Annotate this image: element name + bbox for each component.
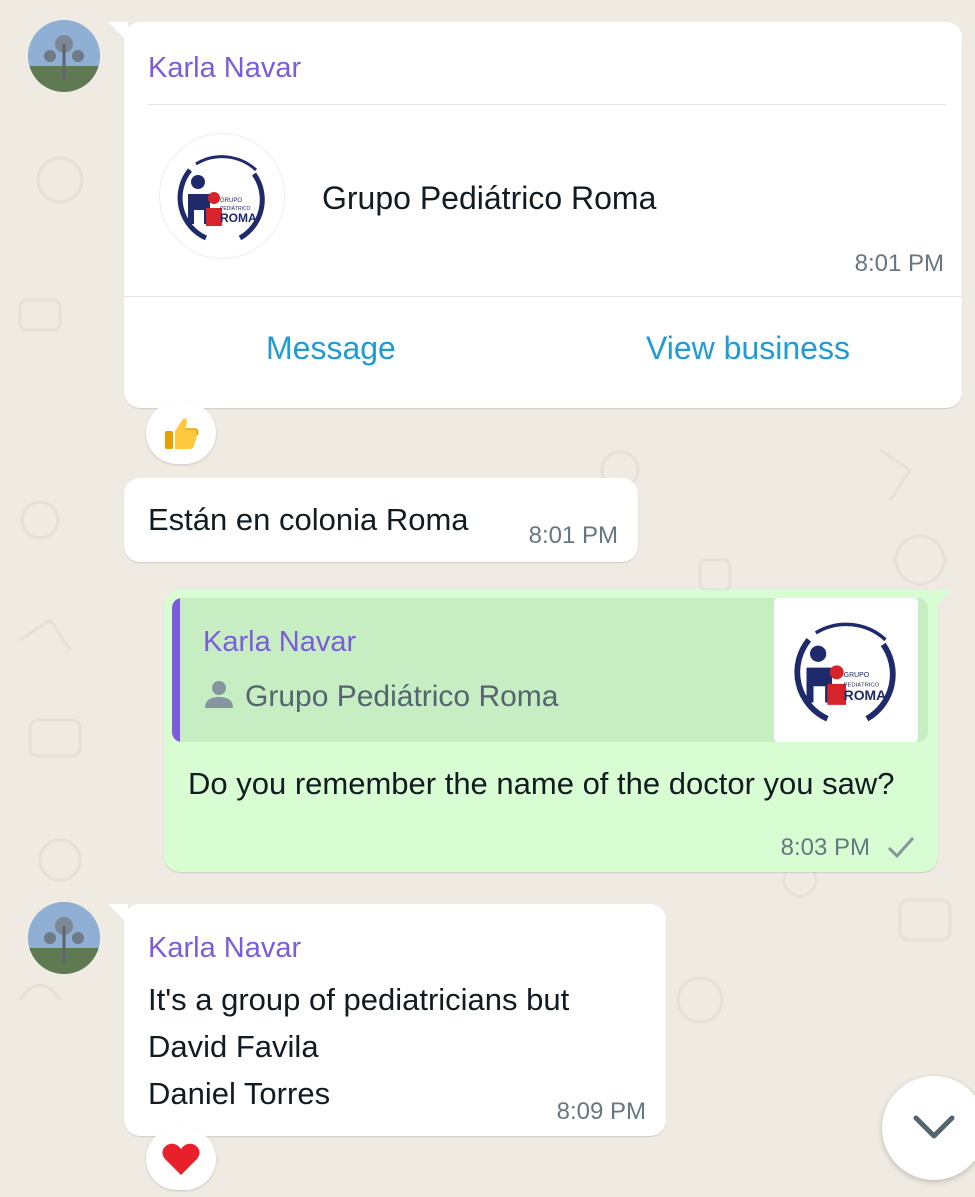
- svg-text:GRUPO: GRUPO: [844, 672, 870, 679]
- quote-bar: [172, 598, 180, 742]
- business-logo: GRUPO PEDIÁTRICO ROMA: [160, 134, 284, 258]
- outgoing-message-bubble: Karla Navar Grupo Pediátrico Roma GRUPO …: [164, 590, 952, 872]
- quote-thumbnail: GRUPO PEDIÁTRICO ROMA: [774, 598, 918, 742]
- avatar[interactable]: [28, 20, 100, 92]
- quoted-message[interactable]: Karla Navar Grupo Pediátrico Roma GRUPO …: [172, 598, 928, 742]
- message-text: Están en colonia Roma: [148, 502, 469, 537]
- message-line: David Favila: [148, 1029, 319, 1064]
- thumbs-up-icon: [165, 418, 199, 449]
- business-card-bubble: Karla Navar GRUPO PEDIÁTRICO ROMA Grupo …: [108, 22, 962, 408]
- divider: [148, 104, 946, 105]
- svg-text:ROMA: ROMA: [220, 211, 257, 225]
- reaction-badge[interactable]: [146, 1128, 216, 1190]
- message-line: It's a group of pediatricians but: [148, 982, 570, 1017]
- bubble-tail: [108, 22, 128, 42]
- sender-name: Karla Navar: [148, 52, 302, 84]
- divider: [124, 296, 962, 297]
- bubble-tail: [108, 904, 128, 924]
- quote-text: Grupo Pediátrico Roma: [245, 680, 559, 713]
- timestamp: 8:01 PM: [854, 250, 944, 277]
- message-bubble: Karla Navar It's a group of pediatrician…: [108, 904, 666, 1136]
- scroll-down-button[interactable]: [882, 1076, 975, 1180]
- person-icon: [205, 681, 233, 708]
- message-bubble: Están en colonia Roma 8:01 PM: [124, 478, 638, 562]
- timestamp: 8:01 PM: [528, 522, 618, 549]
- message-line: Daniel Torres: [148, 1076, 331, 1111]
- quote-sender: Karla Navar: [203, 626, 357, 658]
- svg-text:GRUPO: GRUPO: [220, 198, 242, 204]
- checkmark-icon: [887, 837, 915, 859]
- reaction-badge[interactable]: [146, 402, 216, 464]
- message-button[interactable]: Message: [266, 330, 396, 367]
- message-text: Do you remember the name of the doctor y…: [188, 766, 895, 801]
- heart-icon: [162, 1143, 200, 1175]
- bubble-tail: [932, 590, 952, 610]
- timestamp: 8:03 PM: [780, 834, 870, 861]
- chevron-down-icon: [913, 1115, 955, 1139]
- avatar[interactable]: [28, 902, 100, 974]
- business-name: Grupo Pediátrico Roma: [322, 180, 657, 216]
- view-business-button[interactable]: View business: [646, 330, 850, 367]
- timestamp: 8:09 PM: [556, 1098, 646, 1125]
- svg-text:ROMA: ROMA: [844, 687, 887, 703]
- sender-name: Karla Navar: [148, 932, 302, 964]
